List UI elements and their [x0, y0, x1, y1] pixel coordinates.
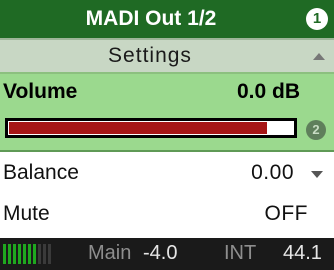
mute-label: Mute [3, 202, 50, 225]
sample-rate: 44.1 [283, 242, 322, 264]
balance-row[interactable]: Balance 0.00 [0, 152, 334, 195]
volume-level-bar[interactable] [5, 118, 297, 138]
settings-section-header[interactable]: Settings [0, 38, 334, 72]
clock-source: INT [224, 242, 257, 264]
level-meter [3, 244, 63, 264]
section-label: Settings [108, 44, 192, 67]
meter-segment [3, 244, 6, 264]
mute-row[interactable]: Mute OFF [0, 193, 334, 238]
mute-value: OFF [264, 202, 308, 225]
scroll-up-icon[interactable] [313, 53, 325, 60]
page-number-icon[interactable]: 1 [306, 8, 328, 30]
main-output-level: -4.0 [143, 242, 178, 264]
meter-segment [18, 244, 21, 264]
volume-level-fill [9, 122, 267, 134]
balance-label: Balance [3, 161, 79, 184]
meter-segment [28, 244, 31, 264]
volume-value: 0.0 dB [236, 80, 300, 103]
channel-title: MADI Out 1/2 [85, 7, 217, 30]
device-screen: MADI Out 1/2 1 Settings Volume 0.0 dB 2 … [0, 0, 334, 270]
meter-segment [38, 244, 41, 264]
meter-segment [8, 244, 11, 264]
meter-segment [13, 244, 16, 264]
main-output-label: Main [88, 242, 132, 264]
encoder-number-icon: 2 [306, 120, 326, 140]
volume-row[interactable]: Volume 0.0 dB 2 [0, 72, 334, 152]
meter-segment [43, 244, 46, 264]
balance-value: 0.00 [251, 161, 294, 184]
meter-segment [48, 244, 51, 264]
status-bar: Main -4.0 INT 44.1 [0, 238, 334, 270]
meter-segment [23, 244, 26, 264]
volume-label: Volume [3, 80, 78, 103]
meter-segment [33, 244, 36, 264]
scroll-down-icon[interactable] [311, 171, 323, 178]
title-bar: MADI Out 1/2 1 [0, 0, 334, 38]
